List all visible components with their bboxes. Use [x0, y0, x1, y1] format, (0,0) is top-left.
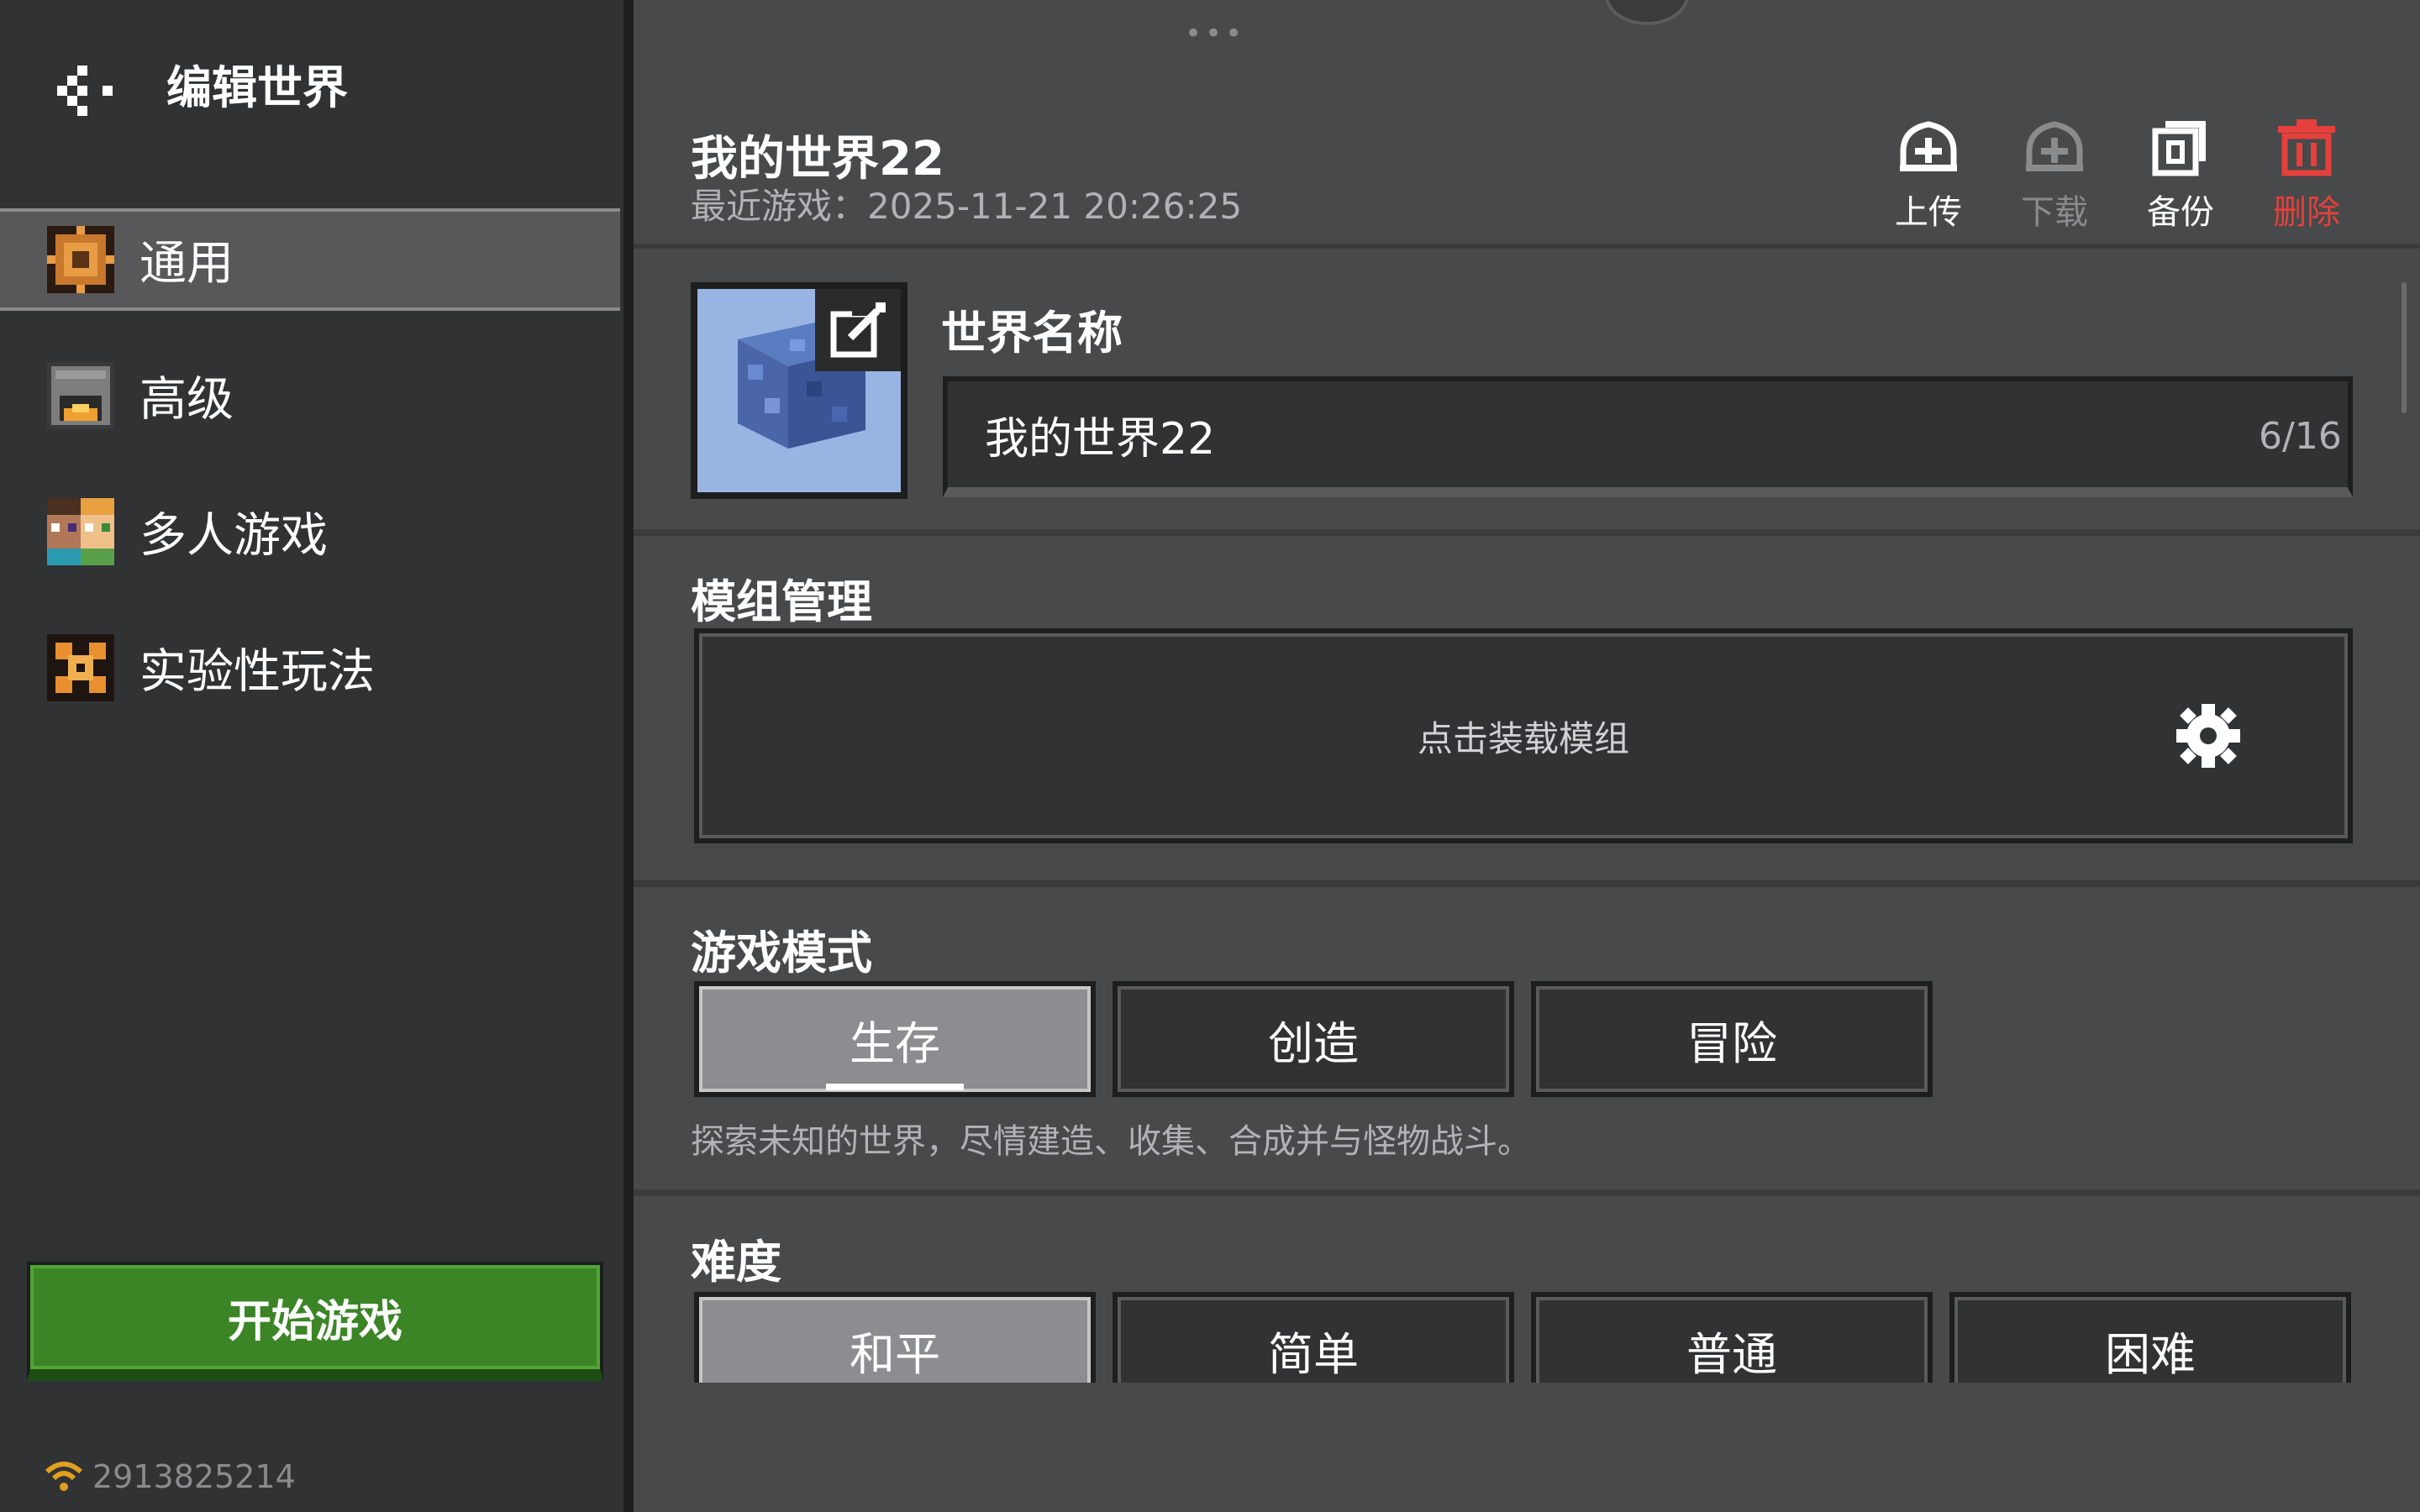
network-id-text: 2913825214: [92, 1458, 296, 1495]
scroll-clip-area: [634, 1383, 2420, 1512]
upload-button[interactable]: 上传: [1874, 118, 1983, 234]
section-divider: [634, 880, 2420, 887]
game-mode-option-label: 创造: [1268, 1016, 1359, 1070]
upload-label: 上传: [1895, 193, 1962, 232]
delete-label: 删除: [2273, 193, 2340, 232]
gear-block-icon: [47, 226, 114, 293]
sidebar-item-experimental[interactable]: 实验性玩法: [0, 617, 623, 719]
start-game-button[interactable]: 开始游戏: [27, 1262, 603, 1381]
download-icon: [2026, 121, 2083, 171]
players-icon: [47, 498, 114, 565]
drag-grip-icon[interactable]: •••: [1185, 17, 1245, 50]
download-button[interactable]: 下载: [2000, 118, 2109, 234]
back-arrow-icon[interactable]: [52, 59, 128, 118]
selected-indicator: [826, 1084, 964, 1090]
difficulty-option-label: 普通: [1686, 1327, 1777, 1381]
last-played-text: 最近游戏：2025-11-21 20:26:25: [691, 186, 1243, 227]
difficulty-option-label: 简单: [1268, 1327, 1359, 1381]
game-mode-creative-button[interactable]: 创造: [1113, 981, 1514, 1097]
game-mode-adventure-button[interactable]: 冒险: [1531, 981, 1933, 1097]
experiment-icon: [47, 634, 114, 701]
upload-icon: [1900, 121, 1957, 171]
difficulty-option-label: 困难: [2105, 1327, 2196, 1381]
world-name-input[interactable]: 我的世界22: [943, 376, 2353, 497]
backup-label: 备份: [2147, 193, 2214, 232]
edit-thumbnail-icon[interactable]: [815, 289, 901, 371]
game-mode-description: 探索未知的世界，尽情建造、收集、合成并与怪物战斗。: [691, 1122, 1531, 1161]
thumbnail-image: [697, 289, 901, 492]
game-mode-survival-button[interactable]: 生存: [694, 981, 1096, 1097]
game-mode-option-label: 冒险: [1686, 1016, 1777, 1070]
sidebar-item-label: 实验性玩法: [139, 644, 375, 700]
backup-icon: [2152, 121, 2206, 176]
network-status: 2913825214: [44, 1458, 296, 1495]
backup-button[interactable]: 备份: [2126, 118, 2235, 234]
download-label: 下载: [2021, 193, 2088, 232]
sidebar-title: 编辑世界: [166, 61, 348, 114]
delete-button[interactable]: 删除: [2252, 118, 2361, 234]
scrollbar[interactable]: [2402, 282, 2407, 413]
world-name-label: 世界名称: [941, 307, 1123, 360]
difficulty-label: 难度: [691, 1236, 781, 1289]
gear-icon[interactable]: [2175, 702, 2242, 769]
sidebar-item-advanced[interactable]: 高级: [0, 344, 623, 447]
sidebar-divider: [623, 0, 634, 1512]
world-thumbnail[interactable]: [691, 282, 908, 499]
game-mode-label: 游戏模式: [691, 927, 872, 979]
world-name-char-count: 6/16: [2259, 415, 2342, 458]
game-mode-option-label: 生存: [850, 1016, 940, 1070]
delete-icon: [2278, 119, 2335, 176]
sidebar-item-multiplayer[interactable]: 多人游戏: [0, 480, 623, 583]
wifi-icon: [45, 1462, 83, 1491]
load-mods-button[interactable]: 点击装载模组: [694, 628, 2353, 843]
difficulty-option-label: 和平: [850, 1327, 940, 1381]
section-divider: [634, 529, 2420, 536]
load-mods-text: 点击装载模组: [1417, 717, 1629, 759]
section-divider: [634, 1189, 2420, 1196]
sidebar-item-label: 通用: [139, 236, 234, 291]
sidebar-item-label: 高级: [139, 372, 234, 428]
furnace-icon: [47, 362, 114, 429]
sidebar-item-label: 多人游戏: [139, 508, 328, 564]
sidebar-item-general[interactable]: 通用: [0, 208, 620, 311]
mod-management-label: 模组管理: [691, 575, 872, 628]
